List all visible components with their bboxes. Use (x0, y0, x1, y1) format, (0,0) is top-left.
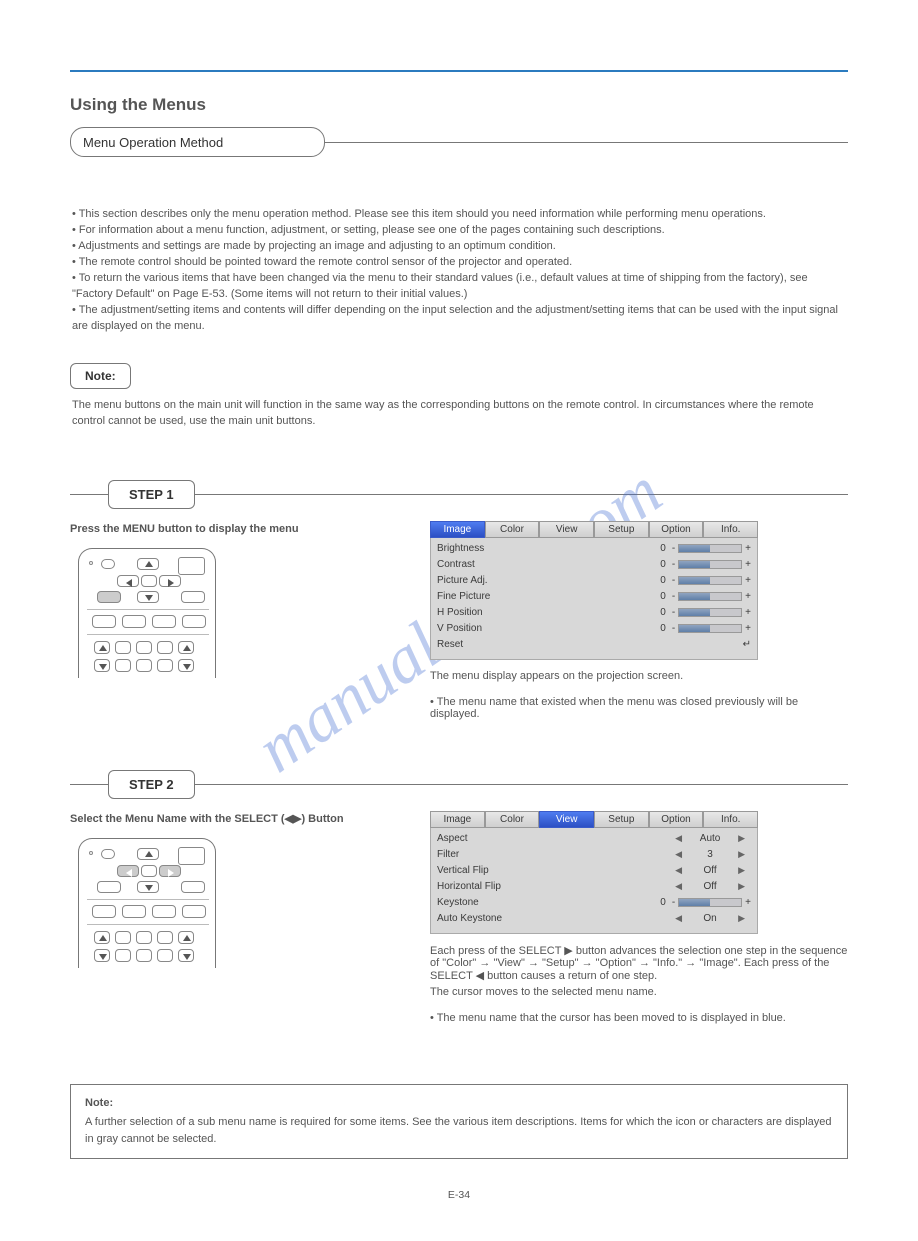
step2-heading: Select the Menu Name with the SELECT (◀▶… (70, 811, 400, 828)
osd-tab-view: View (539, 811, 594, 828)
remote-diagram (78, 548, 216, 678)
osd-row-label: Keystone (437, 897, 652, 908)
step2-caption: Each press of the SELECT ▶ button advanc… (430, 944, 848, 982)
osd-row-value: 0 (652, 897, 672, 908)
triangle-right-icon: ▶ (732, 913, 751, 924)
osd-row-value: On (688, 913, 732, 924)
step-line (70, 494, 108, 495)
remote-diagram (78, 838, 216, 968)
osd-tab-image: Image (430, 521, 485, 538)
step1-heading: Press the MENU button to display the men… (70, 521, 400, 538)
osd-row-label: Auto Keystone (437, 913, 669, 924)
slider-icon: -+ (672, 897, 751, 908)
note-body: A further selection of a sub menu name i… (85, 1116, 832, 1145)
triangle-right-icon: ▶ (732, 833, 751, 844)
intro-text: • This section describes only the menu o… (70, 197, 848, 345)
note-text: The menu buttons on the main unit will f… (70, 389, 848, 430)
osd-tab-setup: Setup (594, 521, 649, 538)
osd2-bullet: • The menu name that the cursor has been… (430, 1012, 848, 1024)
step-label: STEP 1 (108, 480, 195, 509)
osd-row-value: Off (688, 865, 732, 876)
osd-tab-setup: Setup (594, 811, 649, 828)
osd-row-label: Vertical Flip (437, 865, 669, 876)
osd-row-label: Picture Adj. (437, 575, 652, 586)
osd-view-menu: Image Color View Setup Option Info. Aspe… (430, 811, 758, 934)
triangle-left-icon: ◀ (669, 881, 688, 892)
osd-row-label: Brightness (437, 543, 652, 554)
osd-row-label: V Position (437, 623, 652, 634)
slider-icon: -+ (672, 575, 751, 586)
step-line (195, 494, 848, 495)
slider-icon: -+ (672, 543, 751, 554)
osd1-bullet: • The menu name that existed when the me… (430, 696, 848, 720)
osd1-caption: The menu display appears on the projecti… (430, 670, 848, 682)
osd-tab-view: View (539, 521, 594, 538)
osd-row-label: Horizontal Flip (437, 881, 669, 892)
note-label: Note: (70, 363, 131, 389)
note-header: Note: (85, 1095, 833, 1112)
osd-row-label: Aspect (437, 833, 669, 844)
step-line (195, 784, 848, 785)
osd-tab-info: Info. (703, 811, 758, 828)
step2-sub: The cursor moves to the selected menu na… (430, 986, 848, 998)
osd-tab-image: Image (430, 811, 485, 828)
osd-row-value: 0 (652, 575, 672, 586)
slider-icon: -+ (672, 559, 751, 570)
section-divider (70, 70, 848, 72)
osd-reset: Reset (437, 639, 661, 650)
triangle-left-icon: ◀ (669, 865, 688, 876)
osd-tab-option: Option (649, 521, 704, 538)
page-number: E-34 (70, 1189, 848, 1201)
intro-para: • For information about a menu function,… (72, 223, 846, 239)
intro-para: • To return the various items that have … (72, 271, 846, 303)
triangle-right-icon: ▶ (732, 881, 751, 892)
triangle-right-icon: ▶ (732, 849, 751, 860)
osd-image-menu: Image Color View Setup Option Info. Brig… (430, 521, 758, 660)
triangle-right-icon: ▶ (732, 865, 751, 876)
osd-row-value: 0 (652, 543, 672, 554)
slider-icon: -+ (672, 607, 751, 618)
osd-tab-color: Color (485, 811, 540, 828)
osd-row-label: H Position (437, 607, 652, 618)
osd-row-label: Fine Picture (437, 591, 652, 602)
osd-row-label: Filter (437, 849, 669, 860)
osd-row-value: 0 (652, 559, 672, 570)
triangle-left-icon: ◀ (669, 913, 688, 924)
slider-icon: -+ (672, 623, 751, 634)
slider-icon: -+ (672, 591, 751, 602)
intro-line (325, 142, 848, 143)
osd-tab-color: Color (485, 521, 540, 538)
osd-row-value: 0 (652, 591, 672, 602)
triangle-left-icon: ◀ (669, 849, 688, 860)
intro-para: • This section describes only the menu o… (72, 207, 846, 223)
note-box: Note: A further selection of a sub menu … (70, 1084, 848, 1159)
step-label: STEP 2 (108, 770, 195, 799)
triangle-left-icon: ◀ (669, 833, 688, 844)
intro-para: • The adjustment/setting items and conte… (72, 303, 846, 335)
step-line (70, 784, 108, 785)
osd-row-value: 0 (652, 623, 672, 634)
osd-row-value: 3 (688, 849, 732, 860)
osd-row-value: 0 (652, 607, 672, 618)
osd-tab-info: Info. (703, 521, 758, 538)
osd-tab-option: Option (649, 811, 704, 828)
intro-capsule: Menu Operation Method (70, 127, 325, 157)
page-title: Using the Menus (70, 87, 848, 117)
osd-row-label: Contrast (437, 559, 652, 570)
osd-row-value: Off (688, 881, 732, 892)
intro-para: • The remote control should be pointed t… (72, 255, 846, 271)
osd-row-value: Auto (688, 833, 732, 844)
intro-para: • Adjustments and settings are made by p… (72, 239, 846, 255)
